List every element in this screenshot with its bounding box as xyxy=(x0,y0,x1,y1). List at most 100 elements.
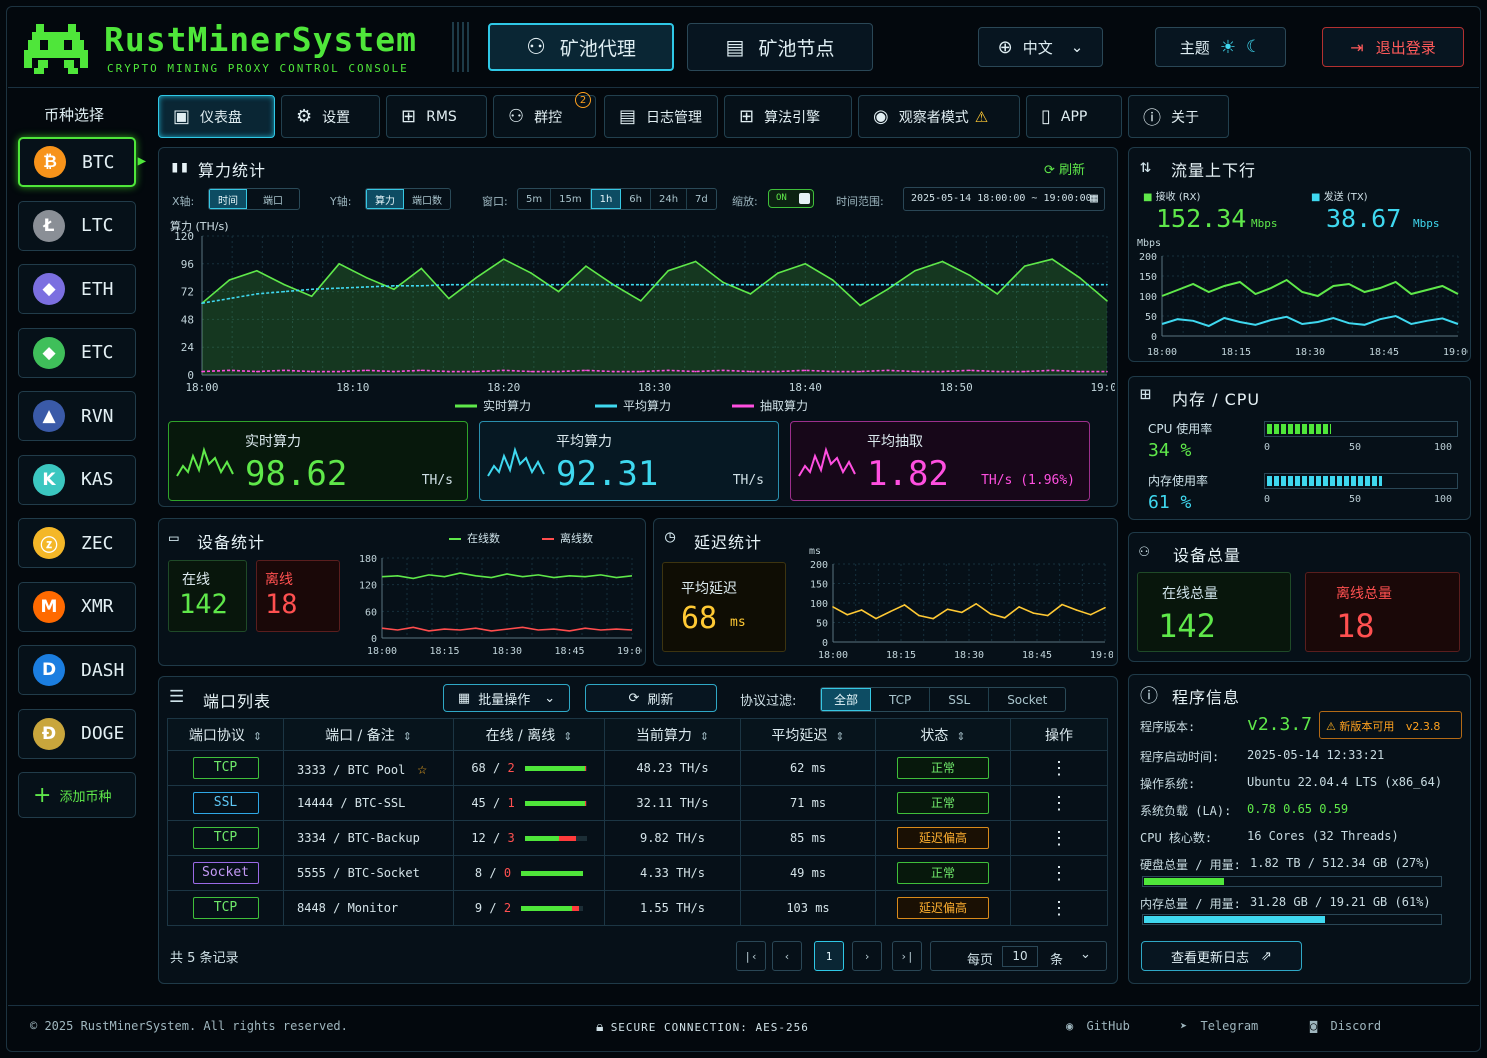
column-header-label: 在线 / 离线 xyxy=(485,727,556,744)
nav-pool-nodes[interactable]: ▤ 矿池节点 xyxy=(687,23,873,71)
coin-rvn[interactable]: ▲ RVN xyxy=(18,391,136,441)
column-header[interactable]: 在线 / 离线 ⇕ xyxy=(453,718,605,751)
window-1h[interactable]: 1h xyxy=(590,189,622,209)
changelog-button[interactable]: 查看更新日志 ⇗ xyxy=(1141,941,1302,971)
hashrate-refresh[interactable]: ⟳ 刷新 xyxy=(1044,159,1085,178)
tab-5[interactable]: ⊞ 算法引擎 xyxy=(724,95,852,138)
eye-icon: ◉ xyxy=(873,106,889,127)
coin-etc[interactable]: ◆ ETC xyxy=(18,327,136,378)
y-tick-label: 72 xyxy=(181,286,194,299)
protocol-filter[interactable]: 全部 TCP SSL Socket xyxy=(820,687,1067,712)
column-header[interactable]: 状态 ⇕ xyxy=(875,718,1011,751)
coin-eth[interactable]: ◆ ETH xyxy=(18,264,136,314)
column-header-label: 当前算力 xyxy=(635,727,692,744)
data-point xyxy=(667,369,670,372)
prev-page-button[interactable]: ‹ xyxy=(772,941,802,971)
telegram-icon: ➤ xyxy=(1180,1019,1188,1033)
filter-option[interactable]: 全部 xyxy=(821,688,872,711)
coin-dash[interactable]: D DASH xyxy=(18,645,136,695)
kpi-title: 实时算力 xyxy=(245,434,301,450)
table-row[interactable]: Socket 5555 / BTC-Socket 8 / 0 4.33 TH/s 49 … xyxy=(167,855,1108,891)
range-input[interactable]: 2025-05-14 18:00:00 ~ 19:00:00 ▦ xyxy=(903,187,1105,211)
tab-6[interactable]: ◉ 观察者模式 ⚠ xyxy=(858,95,1020,138)
data-point xyxy=(420,369,423,372)
window-6h[interactable]: 6h xyxy=(621,189,651,209)
last-page-button[interactable]: ›| xyxy=(892,941,922,971)
latency-avg-value: 68 xyxy=(681,601,718,636)
rvn-icon: ▲ xyxy=(33,400,65,432)
column-header[interactable]: 操作 xyxy=(1010,718,1108,751)
x-tick-label: 18:30 xyxy=(638,381,671,394)
hashrate-chart: 02448729612018:00 18:10 18:20 18:30 18:40 18:… xyxy=(174,230,1115,413)
tab-4[interactable]: ▤ 日志管理 xyxy=(604,95,718,138)
column-header[interactable]: 端口 / 备注 ⇕ xyxy=(283,718,454,751)
kpi-title: 平均抽取 xyxy=(867,434,923,450)
update-badge[interactable]: ⚠ 新版本可用 v2.3.8 xyxy=(1319,711,1462,739)
column-header[interactable]: 平均延迟 ⇕ xyxy=(740,718,876,751)
window-5m[interactable]: 5m xyxy=(518,189,552,209)
xaxis-time[interactable]: 时间 xyxy=(209,189,247,209)
yaxis-portcount[interactable]: 端口数 xyxy=(404,189,450,209)
zoom-switch[interactable]: ON xyxy=(768,189,814,208)
yaxis-toggle[interactable]: 算力 端口数 xyxy=(365,188,451,210)
table-row[interactable]: SSL 14444 / BTC-SSL 45 / 1 32.11 TH/s 71 ms 正… xyxy=(167,785,1108,821)
latency-avg-card: 平均延迟 68 ms xyxy=(662,562,786,652)
coin-doge[interactable]: Ð DOGE xyxy=(18,708,136,759)
data-point xyxy=(585,283,587,286)
more-icon[interactable]: ⋮ xyxy=(1050,898,1068,919)
refresh-icon: ⟳ xyxy=(628,690,640,706)
protocol-tag: Socket xyxy=(192,862,259,884)
tab-3[interactable]: ⚇ 群控 2 xyxy=(493,92,596,138)
column-header[interactable]: 当前算力 ⇕ xyxy=(604,718,741,751)
discord-link[interactable]: ◙ Discord xyxy=(1310,1019,1381,1033)
nav-pool-proxy[interactable]: ⚇ 矿池代理 xyxy=(488,23,674,71)
more-icon[interactable]: ⋮ xyxy=(1050,863,1068,884)
coin-ltc[interactable]: Ł LTC xyxy=(18,200,136,251)
coin-kas[interactable]: K KAS xyxy=(18,454,136,505)
filter-option[interactable]: TCP xyxy=(871,688,931,711)
ports-refresh-button[interactable]: ⟳ 刷新 xyxy=(585,684,717,712)
x-tick-label: 18:45 xyxy=(1369,347,1399,358)
window-15m[interactable]: 15m xyxy=(551,189,591,209)
data-point xyxy=(639,283,642,286)
column-header[interactable]: 端口协议 ⇕ xyxy=(167,718,284,751)
more-icon[interactable]: ⋮ xyxy=(1050,793,1068,814)
first-page-button[interactable]: |‹ xyxy=(736,941,766,971)
tab-8[interactable]: ⓘ 关于 xyxy=(1128,95,1229,138)
coin-zec[interactable]: ⓩ ZEC xyxy=(18,518,136,568)
filter-option[interactable]: SSL xyxy=(930,688,990,711)
coin-xmr[interactable]: M XMR xyxy=(18,581,136,632)
tab-7[interactable]: ▯ APP xyxy=(1026,95,1122,138)
add-coin-button[interactable]: + 添加币种 xyxy=(18,772,136,818)
window-7d[interactable]: 7d xyxy=(687,189,716,209)
window-toggle[interactable]: 5m 15m 1h 6h 24h 7d xyxy=(517,188,717,210)
theme-toggle[interactable]: 主题 ☀ ☾ xyxy=(1155,27,1286,67)
tab-2[interactable]: ⊞ RMS xyxy=(386,95,487,138)
page-1-button[interactable]: 1 xyxy=(814,941,844,971)
next-page-button[interactable]: › xyxy=(852,941,882,971)
data-point xyxy=(365,276,368,279)
table-row[interactable]: TCP 3334 / BTC-Backup 12 / 3 9.82 TH/s 85 ms… xyxy=(167,820,1108,856)
window-24h[interactable]: 24h xyxy=(651,189,688,209)
data-point xyxy=(694,283,697,286)
yaxis-hashrate[interactable]: 算力 xyxy=(366,189,404,209)
tab-1[interactable]: ⚙ 设置 xyxy=(281,95,380,138)
per-page-select[interactable]: 每页 10 条 ⌄ xyxy=(930,941,1107,971)
tab-0[interactable]: ▣ 仪表盘 xyxy=(158,95,275,138)
telegram-link[interactable]: ➤ Telegram xyxy=(1180,1019,1258,1033)
xaxis-port[interactable]: 端口 xyxy=(247,189,299,209)
table-row[interactable]: TCP 8448 / Monitor 9 / 2 1.55 TH/s 103 ms 延迟偏… xyxy=(167,890,1108,926)
github-link[interactable]: ◉ GitHub xyxy=(1066,1019,1130,1033)
more-icon[interactable]: ⋮ xyxy=(1050,758,1068,779)
device-chart: 0 60 120 180 18:00 18:15 18:30 18:45 19:00 xyxy=(359,554,642,657)
coin-btc[interactable]: ₿ BTC ▶ xyxy=(18,137,146,187)
xaxis-toggle[interactable]: 时间 端口 xyxy=(208,188,300,210)
more-icon[interactable]: ⋮ xyxy=(1050,828,1068,849)
logout-button[interactable]: ⇥ 退出登录 xyxy=(1322,27,1464,67)
language-select[interactable]: ⊕ 中文 ⌄ xyxy=(978,27,1103,67)
filter-option[interactable]: Socket xyxy=(989,688,1065,711)
protocol-tag: TCP xyxy=(192,827,259,849)
star-icon[interactable]: ☆ xyxy=(417,759,427,778)
batch-ops-button[interactable]: ▦ 批量操作 ⌄ xyxy=(443,684,570,712)
table-row[interactable]: TCP 3333 / BTC Pool ☆ 68 / 2 48.23 TH/s 62 ms… xyxy=(167,750,1108,786)
